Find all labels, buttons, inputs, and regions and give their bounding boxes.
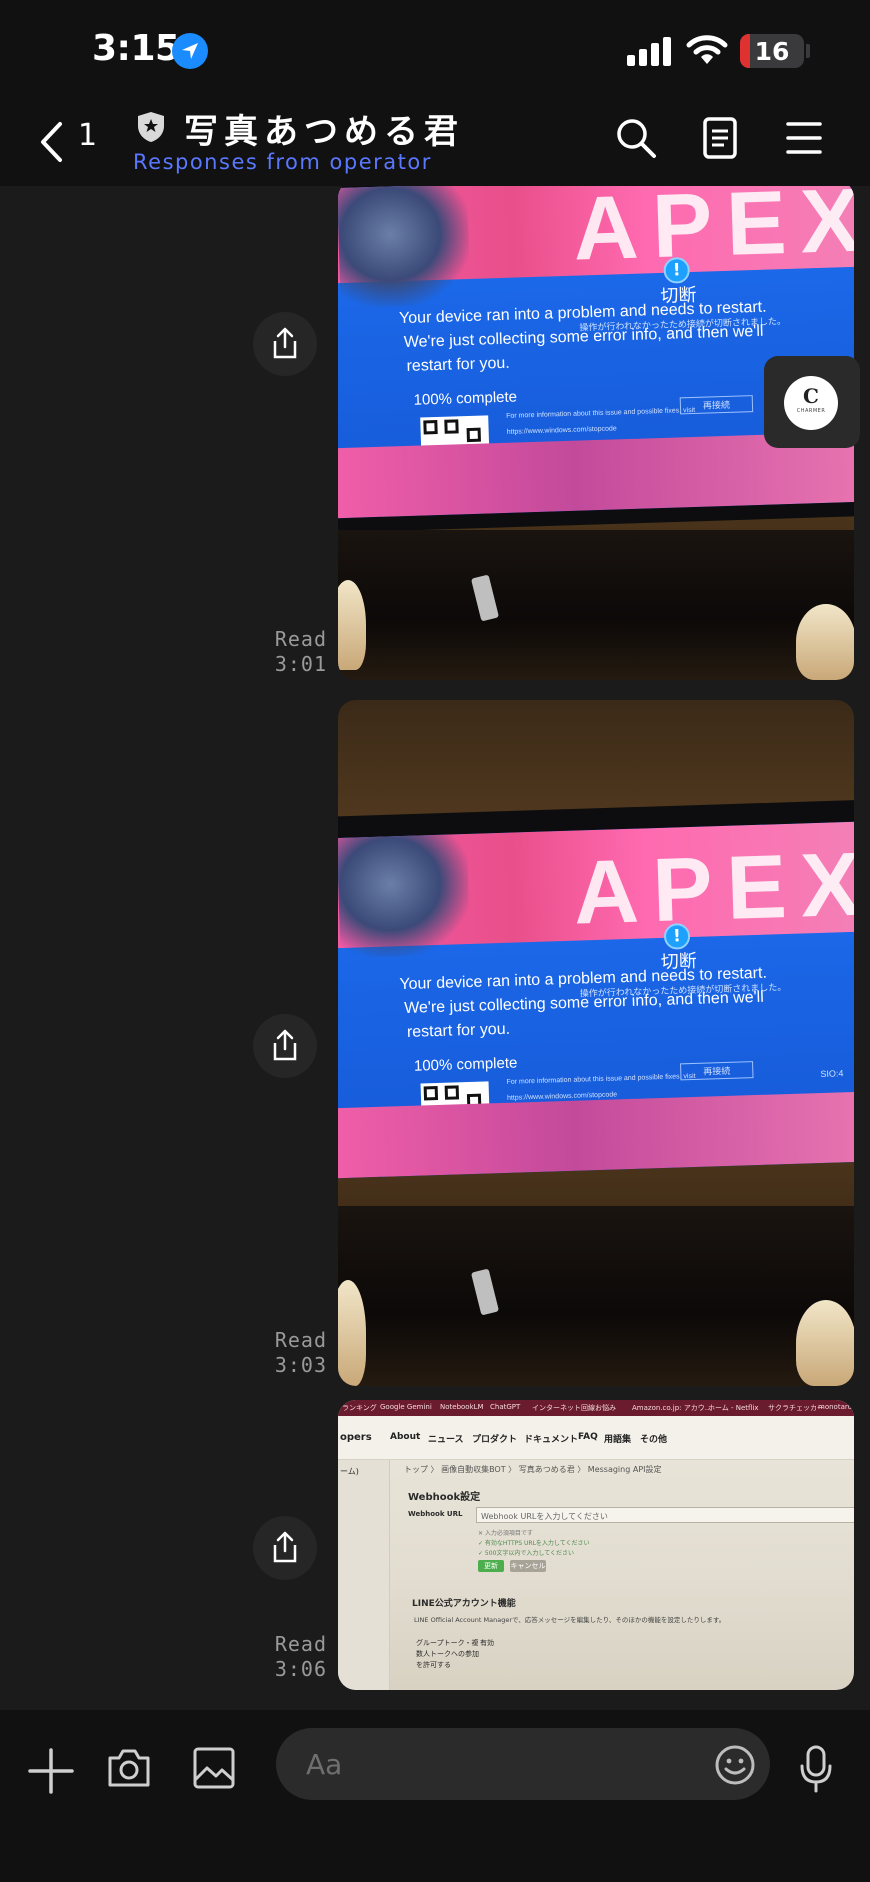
read-time: 3:03 [274,1353,327,1377]
wifi-icon [686,35,728,64]
group-talk-value: 有効 [480,1639,494,1647]
site-nav-item: プロダクト [472,1435,518,1445]
cancel-button: キャンセル [510,1560,546,1572]
webhook-url-field: Webhook URLを入力してください [476,1507,854,1523]
read-receipt: Read 3:01 [237,627,327,677]
read-receipt: Read 3:03 [237,1328,327,1378]
browser-tab: ChatGPT [490,1403,521,1411]
apex-logo: APEX [572,834,854,944]
line-features-desc: LINE Official Account Managerで、応答メッセージを編… [414,1616,726,1624]
browser-tab: Amazon.co.jp: アカウ... [632,1404,712,1412]
site-nav-item: その他 [640,1435,668,1445]
browser-tab: ランキング [342,1404,377,1412]
reconnect-button: 再接続 [680,1061,754,1081]
reconnect-button: 再接続 [679,395,754,415]
browser-tab: Google Gemini [380,1403,432,1411]
input-bar [0,1710,870,1882]
chat-title[interactable]: 写真あつめる君 [184,104,464,153]
share-button[interactable] [253,1014,317,1078]
emoji-icon[interactable] [714,1744,756,1786]
logo-text: CHARMER [796,408,826,414]
browser-tab: サクラチェッカー [768,1404,824,1412]
plus-icon[interactable] [28,1748,74,1794]
bsod-more-info: For more information about this issue an… [506,1072,696,1086]
site-nav-item: ドキュメント [524,1435,579,1445]
message-input[interactable] [306,1742,666,1786]
unread-count[interactable]: 1 [78,118,97,153]
read-label: Read [274,1328,327,1352]
battery-icon: 16 [740,34,804,68]
browser-tab: NotebookLM [440,1403,484,1411]
image-icon[interactable] [192,1746,236,1790]
breadcrumb: トップ 〉 画像自動収集BOT 〉 写真あつめる君 〉 Messaging AP… [404,1465,662,1474]
chat-header: 1 写真あつめる君 Responses from operator [0,100,870,186]
message-input-container[interactable] [276,1728,770,1800]
webhook-hint: ✕ 入力必須項目です [478,1530,533,1537]
group-talk-label: 数人トークへの参加 [416,1650,479,1658]
back-chevron-icon[interactable] [38,120,66,164]
signal-icon [627,36,671,66]
microphone-icon[interactable] [798,1744,834,1794]
webpage-photo: ランキング Google Gemini NotebookLM ChatGPT イ… [338,1400,854,1690]
status-bar: 3:15 16 [0,0,870,100]
read-time: 3:06 [274,1657,327,1681]
webhook-label: Webhook URL [408,1510,463,1518]
webhook-hint: ✓ 有効なHTTPS URLを入力してください [478,1540,590,1547]
site-brand: opers [340,1432,372,1443]
photo-message[interactable]: APEX ! 切断 Your device ran into a problem… [338,700,854,1386]
menu-icon[interactable] [786,120,822,156]
bsod-line-3: restart for you. [406,354,510,375]
sidebar-label: ーム) [340,1467,359,1476]
group-talk-label: グループトーク・複 [416,1639,479,1647]
read-label: Read [274,627,327,651]
webhook-heading: Webhook設定 [408,1492,481,1503]
site-nav-item: 用語集 [604,1435,632,1445]
browser-tab-bar: ランキング Google Gemini NotebookLM ChatGPT イ… [338,1400,854,1416]
group-talk-label: を許可する [416,1661,451,1669]
chat-area: APEX ! 切断 Your device ran into a problem… [0,186,870,1710]
share-button[interactable] [253,1516,317,1580]
shield-icon [138,112,164,142]
status-time: 3:15 [92,28,180,69]
floating-widget[interactable]: C CHARMER [764,356,860,448]
battery-percent: 16 [754,37,790,66]
chat-subtitle: Responses from operator [133,150,432,174]
read-time: 3:01 [274,652,327,676]
photo-message[interactable]: ランキング Google Gemini NotebookLM ChatGPT イ… [338,1400,854,1690]
search-icon[interactable] [614,116,658,160]
battery-cap [806,44,810,58]
apex-logo: APEX [571,186,854,280]
site-nav: opers About ニュース プロダクト ドキュメント FAQ 用語集 その… [338,1416,854,1460]
bsod-progress: 100% complete [413,1054,518,1075]
bsod-progress: 100% complete [413,388,518,409]
logo-letter: C [803,384,819,408]
site-sidebar: ーム) [338,1460,390,1690]
location-arrow-icon [172,33,208,69]
update-button: 更新 [478,1560,504,1572]
charmer-logo: C CHARMER [784,376,838,430]
webhook-placeholder: Webhook URLを入力してください [481,1512,608,1521]
bsod-more-info: For more information about this issue an… [506,406,696,420]
bsod-url: https://www.windows.com/stopcode [506,425,617,436]
share-icon [273,1029,297,1061]
webhook-hint: ✓ 500文字以内で入力してください [478,1550,575,1557]
browser-tab: ホーム - Netflix [708,1404,759,1412]
site-nav-item: About [390,1432,421,1442]
bsod-line-3: restart for you. [406,1020,511,1041]
corner-text: SIO:4 [820,1068,844,1079]
line-features-heading: LINE公式アカウント機能 [412,1599,516,1609]
share-button[interactable] [253,312,317,376]
share-icon [273,1531,297,1563]
browser-tab: monotaro [818,1403,852,1411]
read-label: Read [274,1632,327,1656]
site-nav-item: FAQ [578,1432,598,1442]
share-icon [273,327,297,359]
camera-icon[interactable] [106,1746,152,1790]
notes-icon[interactable] [702,116,738,160]
browser-tab: インターネット回線お悩み [532,1404,616,1412]
read-receipt: Read 3:06 [237,1632,327,1682]
site-nav-item: ニュース [428,1435,464,1445]
